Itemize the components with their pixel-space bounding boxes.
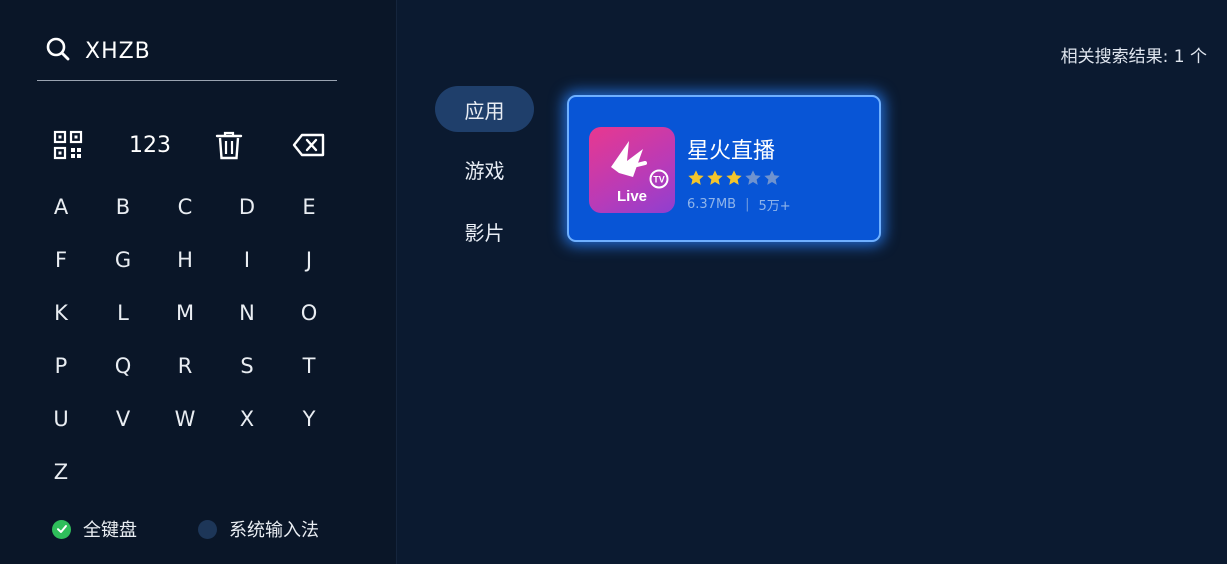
key-w[interactable]: W xyxy=(155,392,215,445)
key-q[interactable]: Q xyxy=(93,339,153,392)
radio-icon xyxy=(198,519,217,539)
tab-movies[interactable]: 影片 xyxy=(435,208,534,254)
key-b[interactable]: B xyxy=(93,180,153,233)
trash-icon[interactable] xyxy=(207,120,251,170)
key-f[interactable]: F xyxy=(31,233,91,286)
number-keyboard-button[interactable]: 123 xyxy=(120,120,180,170)
key-l[interactable]: L xyxy=(93,286,153,339)
app-downloads: 5万+ xyxy=(758,199,791,214)
app-result-card[interactable]: TV Live 星火直播 6.37MB | 5万+ xyxy=(567,95,881,242)
key-z[interactable]: Z xyxy=(31,445,91,498)
key-g[interactable]: G xyxy=(93,233,153,286)
key-v[interactable]: V xyxy=(93,392,153,445)
input-method-selector: 全键盘 系统输入法 xyxy=(52,512,352,546)
ime-option-system[interactable]: 系统输入法 xyxy=(198,512,319,546)
tab-games[interactable]: 游戏 xyxy=(435,146,534,192)
star-filled-icon xyxy=(707,170,723,185)
key-r[interactable]: R xyxy=(155,339,215,392)
meta-divider: | xyxy=(745,197,750,212)
star-filled-icon xyxy=(688,170,704,185)
app-meta: 6.37MB | 5万+ xyxy=(687,195,791,214)
qr-code-icon[interactable] xyxy=(50,120,86,170)
app-search-screen: XHZB 123 A B C D E F G H I J K L M N O P… xyxy=(0,0,1227,564)
key-e[interactable]: E xyxy=(279,180,339,233)
key-a[interactable]: A xyxy=(31,180,91,233)
app-logo-icon: TV Live xyxy=(589,127,675,213)
ime-option-label: 系统输入法 xyxy=(229,520,319,541)
search-icon xyxy=(37,36,71,66)
tab-apps[interactable]: 应用 xyxy=(435,86,534,132)
search-bar[interactable]: XHZB xyxy=(37,22,337,81)
svg-text:TV: TV xyxy=(653,175,665,185)
key-d[interactable]: D xyxy=(217,180,277,233)
key-h[interactable]: H xyxy=(155,233,215,286)
key-k[interactable]: K xyxy=(31,286,91,339)
star-empty-icon xyxy=(764,170,780,185)
ime-option-label: 全键盘 xyxy=(83,520,137,541)
app-size: 6.37MB xyxy=(687,197,737,212)
key-i[interactable]: I xyxy=(217,233,277,286)
function-keys: 123 xyxy=(37,120,342,170)
key-x[interactable]: X xyxy=(217,392,277,445)
search-input[interactable]: XHZB xyxy=(85,39,151,64)
star-empty-icon xyxy=(745,170,761,185)
star-filled-icon xyxy=(726,170,742,185)
result-count: 相关搜索结果: 1 个 xyxy=(1060,47,1207,67)
key-n[interactable]: N xyxy=(217,286,277,339)
key-c[interactable]: C xyxy=(155,180,215,233)
app-logo-text: Live xyxy=(616,188,647,205)
key-t[interactable]: T xyxy=(279,339,339,392)
key-y[interactable]: Y xyxy=(279,392,339,445)
key-p[interactable]: P xyxy=(31,339,91,392)
backspace-icon[interactable] xyxy=(287,120,331,170)
ime-option-full-keyboard[interactable]: 全键盘 xyxy=(52,512,137,546)
rating-stars xyxy=(687,169,781,187)
check-icon xyxy=(52,519,71,539)
key-u[interactable]: U xyxy=(31,392,91,445)
key-o[interactable]: O xyxy=(279,286,339,339)
key-s[interactable]: S xyxy=(217,339,277,392)
key-m[interactable]: M xyxy=(155,286,215,339)
app-name: 星火直播 xyxy=(687,139,776,164)
key-j[interactable]: J xyxy=(279,233,339,286)
keyboard-panel: XHZB 123 A B C D E F G H I J K L M N O P… xyxy=(0,0,397,564)
